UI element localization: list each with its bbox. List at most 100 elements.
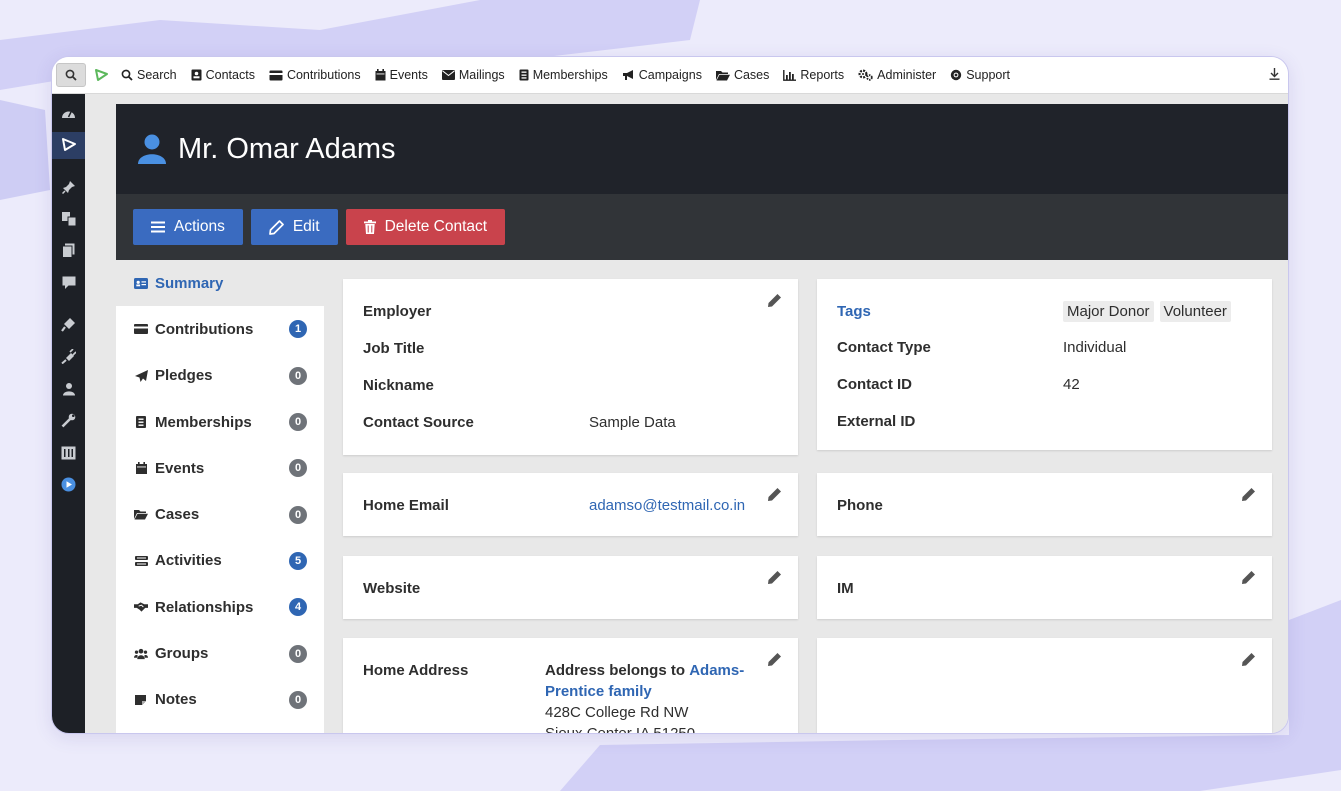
employer-row: Employer: [363, 303, 589, 320]
pencil-icon[interactable]: [1241, 652, 1256, 667]
menu-mailings[interactable]: Mailings: [441, 68, 505, 82]
pencil-icon[interactable]: [767, 293, 782, 308]
tag-major-donor: Major Donor: [1063, 301, 1154, 322]
credit-card-icon: [269, 70, 283, 80]
tab-count-badge: 0: [289, 413, 307, 432]
pencil-icon[interactable]: [767, 652, 782, 667]
dashboard-icon[interactable]: [60, 104, 77, 121]
media-icon[interactable]: [60, 210, 77, 227]
job-title-label: Job Title: [363, 340, 425, 357]
household-link-line2[interactable]: Prentice family: [545, 683, 652, 700]
household-link[interactable]: Adams-: [689, 662, 744, 679]
tab-count-badge: 0: [289, 644, 307, 663]
menu-support[interactable]: Support: [950, 68, 1010, 82]
pin-icon[interactable]: [60, 178, 77, 195]
summary-panels: Employer Job Title Nickname Contact Sour…: [324, 260, 1288, 733]
contact-header: Mr. Omar Adams: [116, 104, 1288, 194]
tab-memberships[interactable]: Memberships 0: [116, 399, 324, 445]
civicrm-logo[interactable]: [94, 68, 109, 82]
tasks-icon: [134, 555, 148, 566]
page-title: Mr. Omar Adams: [178, 132, 396, 165]
appearance-icon[interactable]: [60, 316, 77, 333]
civicrm-icon[interactable]: [60, 136, 77, 153]
contact-summary-page: Mr. Omar Adams Actions Edit Delete Conta…: [85, 94, 1288, 733]
menu-memberships[interactable]: Memberships: [519, 68, 608, 82]
settings-icon[interactable]: [60, 444, 77, 461]
delete-label: Delete Contact: [384, 218, 488, 235]
users-icon[interactable]: [60, 380, 77, 397]
pencil-icon[interactable]: [767, 487, 782, 502]
tab-summary[interactable]: Summary: [116, 260, 324, 307]
tab-label: Activities: [155, 552, 222, 570]
contact-source-label: Contact Source: [363, 414, 474, 431]
edit-button[interactable]: Edit: [250, 209, 338, 245]
tab-label: Notes: [155, 691, 197, 709]
envelope-icon: [441, 70, 455, 80]
folder-open-icon: [715, 70, 730, 80]
delete-contact-button[interactable]: Delete Contact: [345, 209, 506, 245]
contact-type-value: Individual: [1063, 339, 1127, 356]
employment-card: Employer Job Title Nickname Contact Sour…: [343, 279, 798, 455]
tab-activities[interactable]: Activities 5: [116, 538, 324, 584]
menu-events[interactable]: Events: [375, 68, 428, 82]
external-id-label: External ID: [837, 413, 916, 430]
nickname-row: Nickname: [363, 377, 589, 394]
tag-volunteer: Volunteer: [1159, 301, 1231, 322]
pages-icon[interactable]: [60, 242, 77, 259]
tab-contributions[interactable]: Contributions 1: [116, 306, 324, 352]
download-icon[interactable]: [1269, 68, 1280, 80]
menu-administer[interactable]: Administer: [858, 68, 936, 82]
paper-plane-icon: [134, 369, 148, 382]
comments-icon[interactable]: [60, 274, 77, 291]
search-icon: [121, 69, 133, 81]
actions-button[interactable]: Actions: [133, 209, 243, 245]
address-belongs-prefix: Address belongs to: [545, 662, 686, 679]
website-row: Website: [363, 580, 589, 597]
search-icon: [65, 69, 77, 81]
pencil-icon[interactable]: [1241, 570, 1256, 585]
tab-label: Groups: [155, 645, 209, 663]
phone-row: Phone: [837, 497, 1063, 514]
trash-icon: [363, 220, 376, 234]
action-bar: Actions Edit Delete Contact: [116, 194, 1288, 260]
menu-contributions[interactable]: Contributions: [269, 68, 361, 82]
website-card: Website: [343, 556, 798, 619]
home-email-link[interactable]: adamso@testmail.co.in: [589, 497, 745, 514]
tab-count-badge: 0: [289, 366, 307, 385]
tab-count-badge: 0: [289, 459, 307, 478]
pencil-icon: [268, 219, 284, 235]
tab-events[interactable]: Events 0: [116, 445, 324, 491]
website-label: Website: [363, 580, 421, 597]
top-menu-bar: Search Contacts Contributions Events Mai…: [52, 57, 1288, 94]
quicksearch-button[interactable]: [56, 63, 86, 87]
address-details: Address belongs to Adams- Prentice famil…: [545, 660, 755, 733]
menu-contacts[interactable]: Contacts: [191, 68, 255, 82]
pencil-icon[interactable]: [767, 570, 782, 585]
im-row: IM: [837, 580, 1063, 597]
menu-search[interactable]: Search: [121, 68, 177, 82]
pencil-icon[interactable]: [1241, 487, 1256, 502]
contact-id-label: Contact ID: [837, 376, 912, 393]
employer-label: Employer: [363, 303, 432, 320]
plugins-icon[interactable]: [60, 348, 77, 365]
tools-wrench-icon[interactable]: [60, 412, 77, 429]
phone-card: Phone: [817, 473, 1272, 536]
users-icon: [134, 648, 148, 660]
tab-relationships[interactable]: Relationships 4: [116, 584, 324, 630]
job-title-row: Job Title: [363, 340, 589, 357]
menu-reports[interactable]: Reports: [783, 68, 844, 82]
play-circle-icon[interactable]: [60, 476, 77, 493]
tab-label: Contributions: [155, 320, 254, 338]
tags-label[interactable]: Tags: [837, 303, 1063, 320]
tab-count-badge: 5: [289, 551, 307, 570]
credit-card-icon: [134, 324, 148, 335]
tab-groups[interactable]: Groups 0: [116, 630, 324, 676]
tab-pledges[interactable]: Pledges 0: [116, 353, 324, 399]
menu-cases[interactable]: Cases: [715, 68, 769, 82]
tab-notes[interactable]: Notes 0: [116, 677, 324, 723]
menu-label: Campaigns: [638, 68, 702, 82]
tab-cases[interactable]: Cases 0: [116, 491, 324, 537]
person-icon: [138, 134, 166, 164]
menu-campaigns[interactable]: Campaigns: [622, 68, 702, 82]
contact-source-row: Contact Source Sample Data: [363, 414, 676, 431]
